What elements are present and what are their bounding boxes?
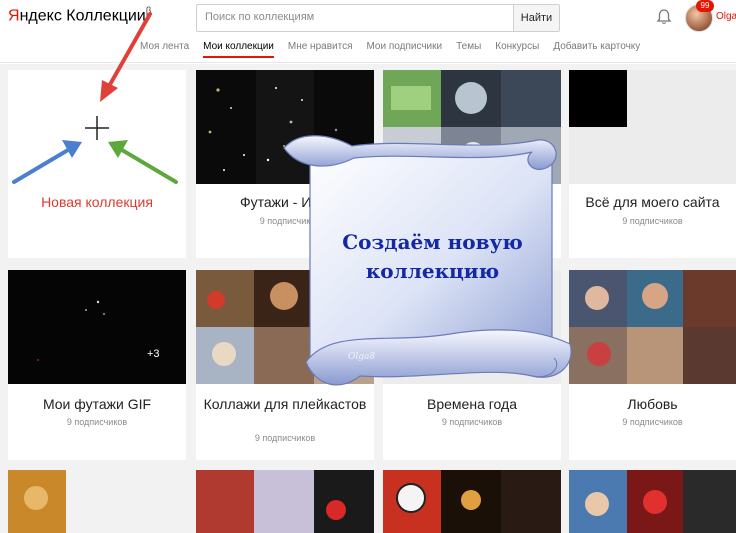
- collection-subscribers: 9 подписчиков: [441, 417, 503, 427]
- collection-title: Коллажи для плейкастов: [203, 396, 367, 412]
- more-items-count: +3: [147, 348, 160, 360]
- collection-card-collages-2[interactable]: [196, 470, 374, 533]
- new-collection-label: Новая коллекция: [41, 194, 153, 210]
- header: Яндекс Коллекцииβ Найти 99 Olga Моя лент…: [0, 0, 736, 64]
- nav-divider: [0, 62, 736, 63]
- collection-thumbnail: [196, 470, 374, 533]
- nav-item-subscribers[interactable]: Мои подписчики: [366, 41, 442, 61]
- logo-brand-rest: ндекс: [19, 7, 62, 25]
- collection-thumbnail: [569, 470, 736, 533]
- notification-badge: 99: [696, 0, 714, 12]
- collection-thumbnail: [8, 270, 186, 384]
- collection-card-flowers[interactable]: [569, 470, 736, 533]
- logo-beta: β: [145, 6, 152, 17]
- collection-card-my-site[interactable]: Всё для моего сайта 9 подписчиков: [569, 70, 736, 258]
- new-collection-card[interactable]: Новая коллекция: [8, 70, 186, 258]
- collection-title: Любовь: [627, 396, 678, 412]
- collection-card-love[interactable]: Любовь 9 подписчиков: [569, 270, 736, 460]
- collection-card-icons[interactable]: [8, 470, 186, 533]
- collection-thumbnail: [569, 270, 736, 384]
- scroll-caption-line1: Создаём новую: [342, 230, 523, 254]
- search-button[interactable]: Найти: [513, 5, 559, 31]
- logo-brand-letter: Я: [8, 7, 20, 25]
- nav-item-contests[interactable]: Конкурсы: [495, 41, 539, 61]
- logo[interactable]: Яндекс Коллекцииβ: [8, 6, 152, 25]
- collection-title: Всё для моего сайта: [585, 194, 720, 210]
- collection-subscribers: 9 подписчиков: [622, 417, 683, 427]
- scroll-caption-line2: коллекцию: [365, 259, 500, 283]
- nav-item-my-collections[interactable]: Мои коллекции: [203, 41, 274, 61]
- collection-subscribers: 9 подписчиков: [622, 216, 683, 226]
- scroll-caption: Создаём новую коллекцию: [325, 228, 540, 286]
- username[interactable]: Olga: [716, 11, 736, 22]
- collection-thumbnail: [569, 70, 736, 184]
- collection-thumbnail: [8, 470, 186, 533]
- nav-item-likes[interactable]: Мне нравится: [288, 41, 353, 61]
- collection-thumbnail: [383, 470, 561, 533]
- collection-card-clocks[interactable]: [383, 470, 561, 533]
- search-box: Найти: [196, 4, 560, 32]
- nav-item-topics[interactable]: Темы: [456, 41, 481, 61]
- collection-subscribers: 9 подписчиков: [66, 417, 128, 427]
- collection-title: Времена года: [427, 396, 517, 412]
- plus-icon: [85, 116, 109, 140]
- collection-subscribers: 9 подписчиков: [254, 433, 316, 443]
- search-input[interactable]: [197, 5, 507, 29]
- watermark: Olga8: [348, 352, 376, 362]
- logo-product: Коллекции: [61, 7, 146, 25]
- collection-title: Мои футажи GIF: [42, 396, 152, 412]
- collection-card-my-gif-footage[interactable]: +3 Мои футажи GIF 9 подписчиков: [8, 270, 186, 460]
- nav-item-add-card[interactable]: Добавить карточку: [553, 41, 640, 61]
- top-nav: Моя лента Мои коллекции Мне нравится Мои…: [140, 41, 654, 61]
- nav-item-feed[interactable]: Моя лента: [140, 41, 189, 61]
- bell-icon[interactable]: [655, 8, 673, 26]
